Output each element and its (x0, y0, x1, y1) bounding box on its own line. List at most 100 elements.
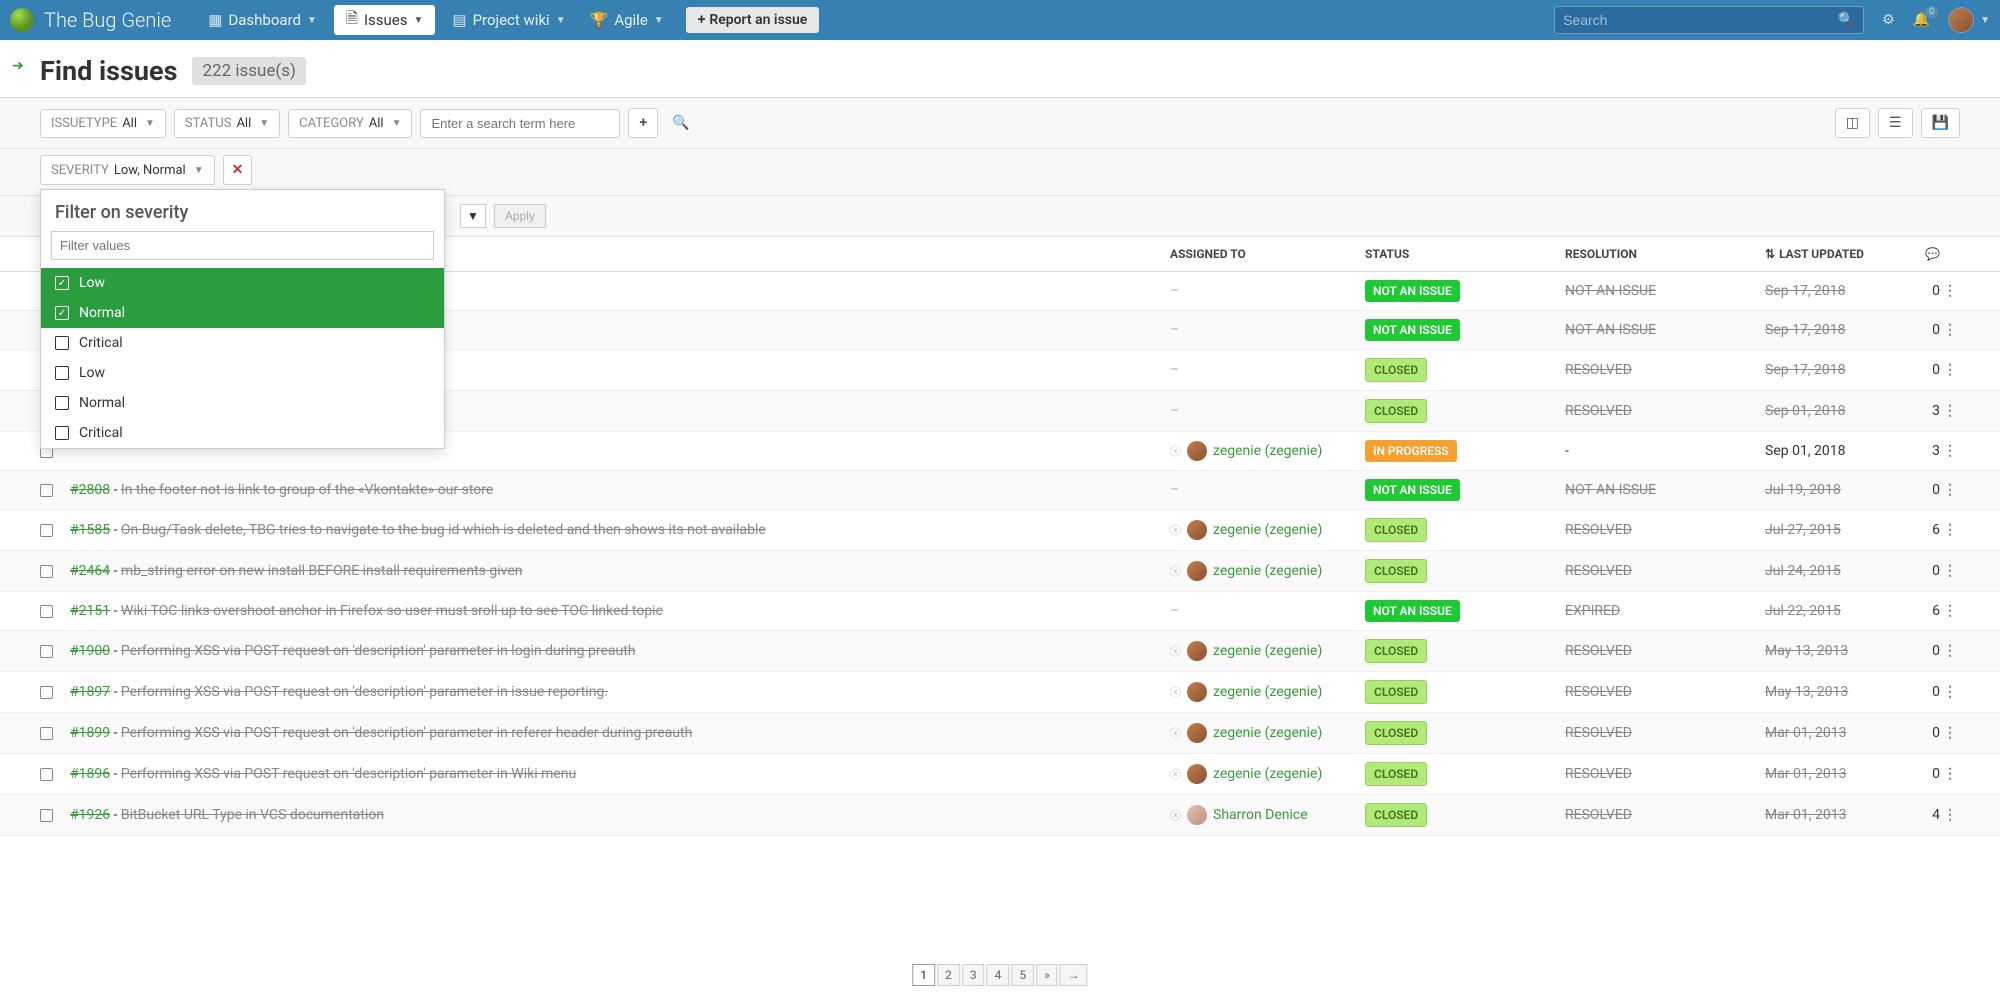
row-menu-icon[interactable]: ⋮ (1943, 322, 1957, 338)
add-filter-button[interactable]: + (628, 108, 658, 138)
issue-id-link[interactable]: #1926 (70, 807, 110, 823)
assignee-name[interactable]: zegenie (zegenie) (1213, 643, 1322, 659)
remove-assignee-icon[interactable]: ⓧ (1170, 643, 1181, 659)
row-menu-icon[interactable]: ⋮ (1943, 563, 1957, 579)
filter-search-input[interactable] (420, 109, 620, 138)
row-menu-icon[interactable]: ⋮ (1943, 443, 1957, 459)
issue-id-link[interactable]: #2808 (70, 482, 110, 498)
issue-title[interactable]: Performing XSS via POST request on 'desc… (121, 766, 576, 782)
assignee-name[interactable]: zegenie (zegenie) (1213, 684, 1322, 700)
row-menu-icon[interactable]: ⋮ (1943, 362, 1957, 378)
dropdown-option[interactable]: Critical (41, 328, 444, 358)
row-checkbox[interactable] (40, 605, 53, 618)
row-menu-icon[interactable]: ⋮ (1943, 643, 1957, 659)
assignee-name[interactable]: zegenie (zegenie) (1213, 563, 1322, 579)
col-comments[interactable]: 💬 (1910, 247, 1940, 261)
report-issue-button[interactable]: +Report an issue (686, 7, 820, 33)
row-menu-icon[interactable]: ⋮ (1943, 725, 1957, 741)
remove-assignee-icon[interactable]: ⓧ (1170, 807, 1181, 823)
filter-status[interactable]: STATUSAll▼ (174, 109, 280, 138)
issue-title[interactable]: BitBucket URL Type in VCS documentation (121, 807, 384, 823)
assignee-name[interactable]: zegenie (zegenie) (1213, 725, 1322, 741)
col-resolution[interactable]: RESOLUTION (1565, 247, 1765, 261)
dropdown-filter-input[interactable] (51, 231, 434, 260)
bulk-action-select[interactable]: ▼ (460, 204, 486, 228)
expand-sidebar-icon[interactable]: ➜ (12, 58, 24, 74)
row-checkbox[interactable] (40, 484, 53, 497)
remove-assignee-icon[interactable]: ⓧ (1170, 766, 1181, 782)
assignee-name[interactable]: zegenie (zegenie) (1213, 766, 1322, 782)
issue-title[interactable]: Wiki TOC links overshoot anchor in Firef… (121, 603, 663, 619)
chevron-down-icon[interactable]: ▼ (1980, 15, 1990, 26)
dropdown-option[interactable]: ✓Low (41, 268, 444, 298)
dropdown-option[interactable]: ✓Normal (41, 298, 444, 328)
row-menu-icon[interactable]: ⋮ (1943, 603, 1957, 619)
issue-id-link[interactable]: #2151 (70, 603, 110, 619)
col-assigned[interactable]: ASSIGNED TO (1170, 247, 1365, 261)
page-last[interactable]: → (1060, 964, 1088, 986)
row-menu-icon[interactable]: ⋮ (1943, 482, 1957, 498)
row-checkbox[interactable] (40, 565, 53, 578)
row-checkbox[interactable] (40, 727, 53, 740)
nav-agile[interactable]: 🏆Agile▼ (578, 0, 676, 40)
apply-button[interactable]: Apply (494, 204, 546, 228)
col-updated[interactable]: ⇅LAST UPDATED (1765, 247, 1910, 261)
columns-button[interactable]: ◫ (1835, 108, 1870, 138)
issue-id-link[interactable]: #1900 (70, 643, 110, 659)
search-input[interactable] (1563, 12, 1838, 28)
remove-assignee-icon[interactable]: ⓧ (1170, 684, 1181, 700)
col-status[interactable]: STATUS (1365, 247, 1565, 261)
row-checkbox[interactable] (40, 645, 53, 658)
search-icon[interactable]: 🔍 (666, 109, 695, 137)
nav-dashboard[interactable]: ▦Dashboard▼ (196, 0, 329, 40)
page-1[interactable]: 1 (912, 964, 935, 986)
search-icon[interactable]: 🔍 (1838, 12, 1855, 28)
dropdown-option[interactable]: Critical (41, 418, 444, 448)
row-menu-icon[interactable]: ⋮ (1943, 403, 1957, 419)
issue-id-link[interactable]: #1585 (70, 522, 110, 538)
row-checkbox[interactable] (40, 768, 53, 781)
remove-assignee-icon[interactable]: ⓧ (1170, 443, 1181, 459)
nav-issues[interactable]: 🗎Issues▼ (334, 5, 436, 35)
filter-issuetype[interactable]: ISSUETYPEAll▼ (40, 109, 166, 138)
page-next[interactable]: » (1036, 964, 1058, 986)
row-menu-icon[interactable]: ⋮ (1943, 684, 1957, 700)
save-button[interactable]: 💾 (1921, 108, 1960, 138)
assignee-name[interactable]: Sharron Denice (1213, 807, 1308, 823)
nav-projectwiki[interactable]: ▤Project wiki▼ (440, 0, 577, 40)
issue-title[interactable]: Performing XSS via POST request on 'desc… (121, 725, 692, 741)
assignee-name[interactable]: zegenie (zegenie) (1213, 443, 1322, 459)
page-4[interactable]: 4 (987, 964, 1010, 986)
assignee-name[interactable]: zegenie (zegenie) (1213, 522, 1322, 538)
page-5[interactable]: 5 (1011, 964, 1034, 986)
row-menu-icon[interactable]: ⋮ (1943, 807, 1957, 823)
page-2[interactable]: 2 (937, 964, 960, 986)
row-menu-icon[interactable]: ⋮ (1943, 283, 1957, 299)
issue-title[interactable]: mb_string error on new install BEFORE in… (121, 563, 523, 579)
issue-title[interactable]: In the footer not is link to group of th… (121, 482, 493, 498)
issue-id-link[interactable]: #1899 (70, 725, 110, 741)
issue-id-link[interactable]: #1896 (70, 766, 110, 782)
clear-filter-button[interactable]: ✕ (223, 155, 253, 185)
row-checkbox[interactable] (40, 524, 53, 537)
issue-id-link[interactable]: #1897 (70, 684, 110, 700)
issue-title[interactable]: Performing XSS via POST request on 'desc… (121, 684, 608, 700)
settings-icon[interactable]: ⚙ (1882, 12, 1895, 28)
issue-title[interactable]: On Bug/Task delete, TBG tries to navigat… (121, 522, 766, 538)
dropdown-option[interactable]: Normal (41, 388, 444, 418)
remove-assignee-icon[interactable]: ⓧ (1170, 563, 1181, 579)
dropdown-option[interactable]: Low (41, 358, 444, 388)
notifications-icon[interactable]: 🔔0 (1913, 12, 1930, 28)
row-menu-icon[interactable]: ⋮ (1943, 766, 1957, 782)
page-3[interactable]: 3 (962, 964, 985, 986)
issue-title[interactable]: Performing XSS via POST request on 'desc… (121, 643, 636, 659)
filter-severity[interactable]: SEVERITYLow, Normal▼ (40, 155, 215, 185)
settings-button[interactable]: ☰ (1878, 108, 1913, 138)
user-avatar[interactable] (1948, 7, 1974, 33)
issue-id-link[interactable]: #2464 (70, 563, 110, 579)
remove-assignee-icon[interactable]: ⓧ (1170, 522, 1181, 538)
row-checkbox[interactable] (40, 809, 53, 822)
remove-assignee-icon[interactable]: ⓧ (1170, 725, 1181, 741)
row-checkbox[interactable] (40, 686, 53, 699)
global-search[interactable]: 🔍 (1554, 6, 1864, 34)
